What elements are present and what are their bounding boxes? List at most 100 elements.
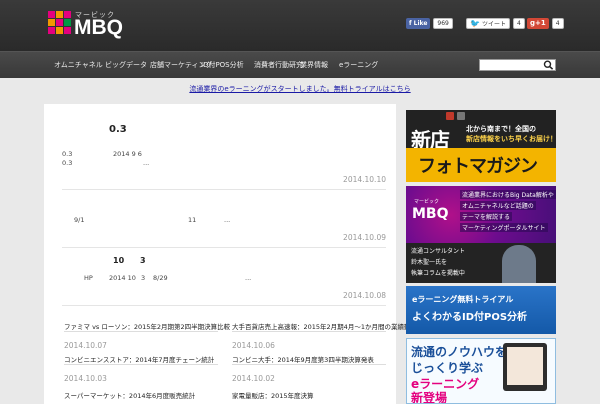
post-excerpt: 3: [141, 274, 146, 282]
tweet-label: ツイート: [481, 20, 506, 28]
recent-post-title[interactable]: スーパーマーケット：2014年6月度販売統計: [64, 390, 195, 400]
twitter-tweet[interactable]: 🐦 ツイート 4: [466, 17, 525, 29]
post-ellipsis: ...: [245, 274, 252, 282]
nav-item-id-pos[interactable]: ID付POS分析: [201, 52, 244, 78]
post-excerpt-date: 8/29: [153, 274, 168, 282]
banner-line: じっくり学ぶ: [411, 361, 484, 375]
elearning-announcement-link[interactable]: 流通業界のeラーニングがスタートしました。無料トライアルはこちら: [0, 84, 600, 94]
elearning-trial-banner[interactable]: eラーニング無料トライアル よくわかるID付POS分析: [406, 286, 556, 334]
banner-line: テーマを解説する: [460, 212, 513, 221]
post-divider: [62, 305, 386, 306]
post-divider: [62, 247, 386, 248]
banner-line: オムニチャネルなど話題の: [460, 201, 536, 210]
logo-tile: [48, 27, 55, 34]
recent-post-date: 2014.10.06: [232, 341, 275, 350]
banner-footer: 流通コンサルタント 鈴木聖一氏を 執筆コラムを掲載中: [406, 243, 556, 283]
post-title-part[interactable]: 10: [113, 256, 124, 265]
search-box: [479, 59, 556, 71]
banner-line: 流通業界におけるBig Data解析や: [460, 190, 556, 199]
nav-item-elearning[interactable]: eラーニング: [339, 52, 378, 78]
recent-post-date: 2014.10.07: [64, 341, 107, 350]
banner-logo: MBQ: [412, 206, 449, 222]
banner-bottom: フォトマガジン: [406, 148, 556, 182]
mbq-portal-banner[interactable]: マービック MBQ 流通業界におけるBig Data解析や オムニチャネルなど話…: [406, 186, 556, 283]
facebook-like-button[interactable]: f Like: [406, 17, 431, 29]
post-excerpt: 11: [188, 216, 197, 224]
post-item[interactable]: 9/1 11 ... 2014.10.09: [62, 196, 386, 248]
post-ellipsis: ...: [224, 216, 231, 224]
twitter-bird-icon: 🐦: [470, 18, 480, 28]
post-title-part[interactable]: 3: [140, 256, 146, 265]
recent-post-divider: [64, 331, 218, 332]
logo-tile: [48, 19, 55, 26]
camera-icon: [446, 112, 454, 120]
logo-tile: [56, 27, 63, 34]
search-input[interactable]: [480, 60, 546, 70]
recent-post-title[interactable]: ファミマ vs ローソン：2015年2月期第2四半期決算比較: [64, 321, 230, 331]
recent-post-title[interactable]: 家電量販店：2015年度決算: [232, 390, 314, 400]
post-date: 2014.10.08: [343, 291, 386, 300]
post-excerpt: 9/1: [74, 216, 85, 224]
post-ellipsis: ...: [143, 159, 150, 167]
banner-logo-subtitle: マービック: [414, 199, 440, 205]
google-plus-button[interactable]: g+1: [527, 17, 549, 29]
site-logo[interactable]: マービック MBQ: [48, 10, 138, 40]
recent-post-divider: [232, 364, 386, 365]
banner-footer-line: 流通コンサルタント: [411, 248, 466, 255]
post-divider: [62, 189, 386, 190]
post-item[interactable]: 10 3 HP 2014 10 3 8/29 ... 2014.10.08: [62, 254, 386, 304]
banner-line: eラーニング無料トライアル: [412, 295, 514, 304]
banner-line: マーケティングポータルサイト: [460, 223, 548, 232]
post-date: 2014.10.09: [343, 233, 386, 242]
banner-top: 新店 北から南まで！全国の 新店情報をいち早くお届け！: [406, 110, 556, 152]
recent-post-title[interactable]: コンビニエンスストア：2014年7月度チェーン統計: [64, 354, 214, 364]
google-plus-count: 4: [551, 17, 564, 29]
banner-line: よくわかるID付POS分析: [412, 312, 528, 323]
site-header: マービック MBQ f Like 969 🐦 ツイート 4 g+1 4: [0, 0, 600, 51]
new-store-photo-magazine-banner[interactable]: 新店 北から南まで！全国の 新店情報をいち早くお届け！ フォトマガジン: [406, 110, 556, 182]
post-excerpt: 0.3: [62, 159, 73, 167]
nav-item-industry[interactable]: 業界情報: [300, 52, 328, 78]
nav-item-consumer-behavior[interactable]: 消費者行動研究: [254, 52, 303, 78]
facebook-like-count: 969: [433, 17, 453, 29]
logo-tile: [64, 11, 71, 18]
post-excerpt: 0.3: [62, 150, 73, 158]
main-navigation: オムニチャネル ビッグデータ 店舗マーケティング ID付POS分析 消費者行動研…: [0, 51, 600, 78]
search-icon[interactable]: [543, 60, 554, 70]
logo-tile: [56, 19, 63, 26]
post-date: 2014.10.10: [343, 175, 386, 184]
banner-magazine-title: フォトマガジン: [418, 156, 538, 177]
recent-post-divider: [64, 364, 218, 365]
tweet-count: 4: [512, 17, 525, 29]
post-excerpt-date: 2014 10: [109, 274, 136, 282]
logo-tile: [64, 27, 71, 34]
post-item[interactable]: 0.3 0.3 2014 9 6 0.3 ... 2014.10.10: [62, 122, 386, 186]
logo-tile: [48, 11, 55, 18]
banner-slogan: 新店情報をいち早くお届け！: [466, 135, 556, 143]
logo-tile: [64, 19, 71, 26]
banner-line: 流通のノウハウを: [411, 345, 508, 359]
logo-text: MBQ: [74, 16, 123, 39]
facebook-like[interactable]: f Like 969: [406, 17, 453, 29]
recent-post-divider: [232, 331, 386, 332]
recent-post-date: 2014.10.02: [232, 374, 275, 383]
facebook-like-label: Like: [413, 19, 428, 27]
tweet-button[interactable]: 🐦 ツイート: [466, 17, 510, 29]
banner-footer-line: 執筆コラムを掲載中: [411, 270, 465, 277]
nav-item-bigdata[interactable]: ビッグデータ: [105, 52, 147, 78]
banner-footer-line: 鈴木聖一氏を: [411, 259, 448, 266]
banner-slogan: 北から南まで！全国の: [466, 125, 536, 133]
post-excerpt: HP: [84, 274, 93, 282]
logo-tile: [56, 11, 63, 18]
post-title[interactable]: 0.3: [109, 124, 127, 135]
facebook-icon: f: [409, 19, 412, 27]
camera-icons: [446, 112, 465, 120]
nav-item-omnichannel[interactable]: オムニチャネル: [54, 52, 103, 78]
tablet-screen: [507, 347, 543, 385]
elearning-launch-banner[interactable]: 流通のノウハウを じっくり学ぶ eラーニング 新登場: [406, 338, 556, 404]
google-plus-one[interactable]: g+1 4: [527, 17, 564, 29]
post-excerpt-date: 2014 9 6: [113, 150, 142, 158]
recent-post-title[interactable]: コンビニ大手：2014年9月度第3四半期決算発表: [232, 354, 374, 364]
consultant-photo: [502, 245, 536, 283]
tablet-image: [503, 343, 547, 391]
